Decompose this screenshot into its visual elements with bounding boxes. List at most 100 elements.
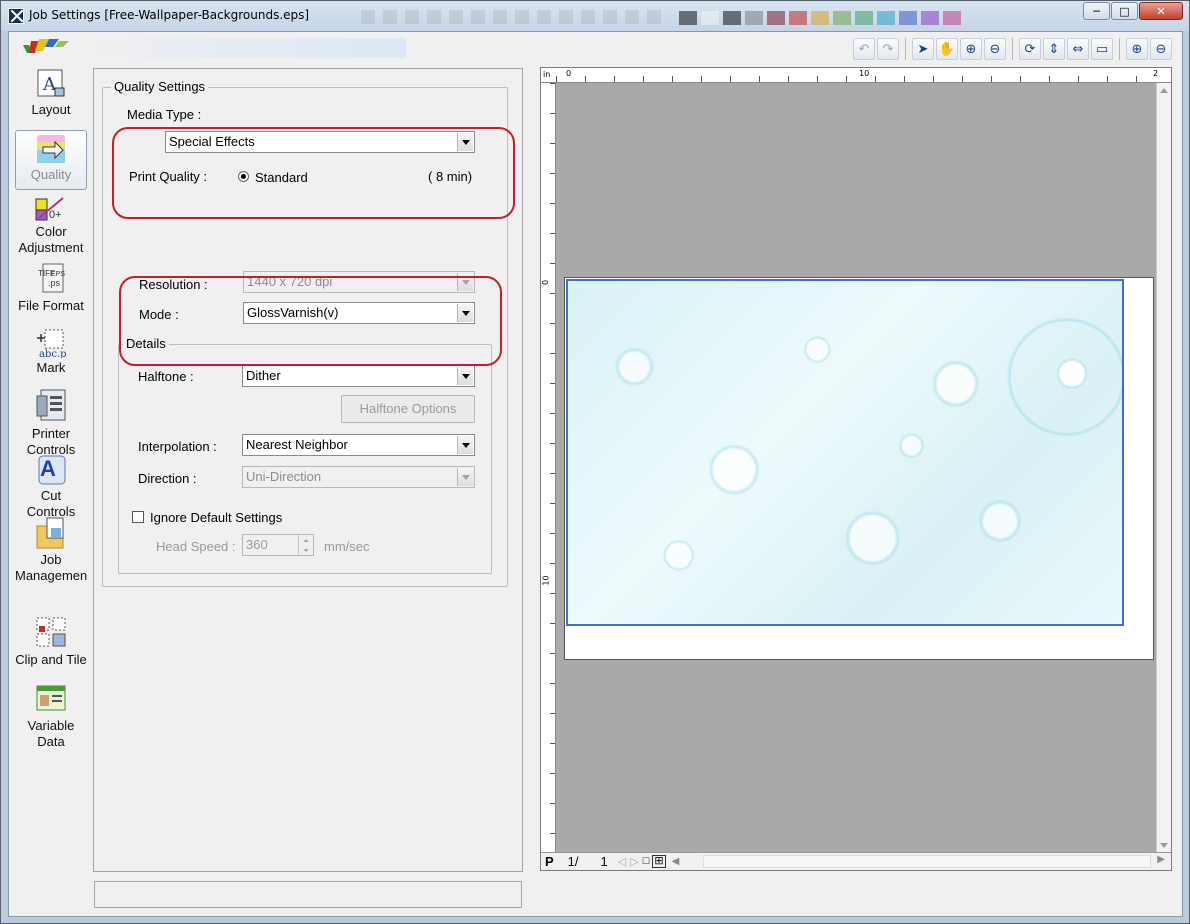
- ruler-label: 0: [541, 279, 551, 286]
- halftone-select[interactable]: Dither: [242, 365, 475, 387]
- fit-page-icon[interactable]: ▭: [1091, 38, 1113, 60]
- multi-page-icon[interactable]: ⊞: [652, 854, 666, 868]
- nav-item-job-management[interactable]: Job Managemen: [15, 516, 87, 584]
- close-button[interactable]: ✕: [1139, 2, 1183, 20]
- app-logo: [21, 37, 75, 57]
- nav-label: Clip and Tile: [15, 652, 87, 667]
- job-settings-window: Job Settings [Free-Wallpaper-Backgrounds…: [0, 0, 1190, 924]
- chevron-down-icon[interactable]: [457, 367, 473, 385]
- redo-icon[interactable]: ↷: [877, 38, 899, 60]
- nav-label: Printer: [31, 426, 71, 441]
- printer-controls-icon: [35, 388, 67, 424]
- nav-label: Managemen: [15, 568, 88, 583]
- title-bar[interactable]: Job Settings [Free-Wallpaper-Backgrounds…: [1, 1, 1189, 31]
- nav-item-mark[interactable]: abc.ps Mark: [15, 326, 87, 376]
- next-page-icon[interactable]: ▷: [630, 855, 638, 868]
- zoom-minus-icon[interactable]: ⊖: [1150, 38, 1172, 60]
- hand-icon[interactable]: ✋: [936, 38, 958, 60]
- print-preview[interactable]: in 0 10 2 0 10 P 1/ 1 ◁ ▷ □ ⊞ ◀ ▶: [540, 67, 1172, 871]
- scroll-right-icon[interactable]: ▶: [1157, 854, 1165, 865]
- nav-item-quality[interactable]: Quality: [15, 130, 87, 190]
- halftone-options-button[interactable]: Halftone Options: [341, 395, 475, 423]
- color-swatch: [723, 11, 741, 25]
- maximize-button[interactable]: □: [1111, 2, 1138, 20]
- layout-icon: A: [35, 68, 67, 100]
- prev-page-icon[interactable]: ◁: [618, 855, 626, 868]
- nav-item-file-format[interactable]: TIFF .ps EPS File Format: [15, 262, 87, 314]
- nav-item-cut-controls[interactable]: A Cut Controls: [15, 452, 87, 520]
- direction-select[interactable]: Uni-Direction: [242, 466, 475, 488]
- nav-label: Layout: [31, 102, 71, 117]
- nav-label: File Format: [18, 298, 84, 313]
- page-navigator: P 1/ 1 ◁ ▷ □ ⊞ ◀: [545, 853, 679, 869]
- preview-status-bar: P 1/ 1 ◁ ▷ □ ⊞ ◀ ▶: [541, 852, 1171, 870]
- interpolation-label: Interpolation :: [138, 439, 217, 454]
- color-swatch: [679, 11, 697, 25]
- nav-item-variable-data[interactable]: Variable Data: [15, 682, 87, 750]
- vertical-scrollbar[interactable]: [1156, 83, 1171, 853]
- zoom-plus-icon[interactable]: ⊕: [1126, 38, 1148, 60]
- details-group: Details Halftone : Dither Halftone Optio…: [118, 336, 492, 574]
- chevron-down-icon[interactable]: [457, 436, 473, 454]
- highlight-media-quality: [112, 127, 515, 219]
- svg-text:A: A: [40, 456, 56, 481]
- rotate-icon[interactable]: ⟳: [1019, 38, 1041, 60]
- toolbar-separator: [1012, 38, 1013, 60]
- minimize-button[interactable]: ─: [1083, 2, 1110, 20]
- ignore-defaults-label: Ignore Default Settings: [150, 510, 283, 525]
- nav-item-clip-and-tile[interactable]: Clip and Tile: [15, 616, 87, 668]
- logo-banner: [71, 38, 406, 58]
- fit-width-icon[interactable]: ⇕: [1043, 38, 1065, 60]
- fit-height-icon[interactable]: ⇔: [1067, 38, 1089, 60]
- title-background-decoration: [361, 10, 661, 24]
- stepper-down-icon[interactable]: [298, 545, 313, 555]
- status-bar: [94, 881, 522, 908]
- zoom-out-icon[interactable]: ⊖: [984, 38, 1006, 60]
- media-type-label: Media Type :: [127, 107, 202, 122]
- color-swatch: [899, 11, 917, 25]
- print-image[interactable]: [566, 279, 1124, 626]
- toolbar-separator: [1119, 38, 1120, 60]
- head-speed-stepper[interactable]: 360: [242, 534, 314, 556]
- halftone-label: Halftone :: [138, 369, 194, 384]
- horizontal-scrollbar[interactable]: [703, 855, 1151, 868]
- vertical-ruler: 0 10: [541, 83, 556, 853]
- color-swatch: [833, 11, 851, 25]
- pointer-icon[interactable]: ➤: [912, 38, 934, 60]
- interpolation-select[interactable]: Nearest Neighbor: [242, 434, 475, 456]
- color-swatch: [811, 11, 829, 25]
- nav-item-printer-controls[interactable]: Printer Controls: [15, 388, 87, 458]
- color-swatch: [943, 11, 961, 25]
- horizontal-ruler: in 0 10 2: [541, 68, 1171, 83]
- page-current: 1/: [567, 853, 579, 869]
- ruler-unit: in: [543, 70, 551, 79]
- stepper-up-icon[interactable]: [298, 535, 313, 545]
- undo-icon[interactable]: ↶: [853, 38, 875, 60]
- toolbar-separator: [905, 38, 906, 60]
- client-area: ↶ ↷ ➤ ✋ ⊕ ⊖ ⟳ ⇕ ⇔ ▭ ⊕ ⊖ A Layout Quality…: [8, 31, 1183, 917]
- file-format-icon: TIFF .ps EPS: [35, 262, 67, 296]
- nav-label: Data: [37, 734, 65, 749]
- chevron-down-icon[interactable]: [457, 468, 473, 486]
- nav-label: Quality: [30, 167, 72, 182]
- nav-label: Variable: [27, 718, 75, 733]
- scroll-down-icon[interactable]: [1160, 843, 1168, 848]
- scroll-up-icon[interactable]: [1160, 88, 1168, 93]
- single-page-icon[interactable]: □: [643, 855, 650, 867]
- head-speed-label: Head Speed :: [156, 539, 236, 554]
- group-title: Quality Settings: [111, 79, 209, 94]
- quality-icon: [35, 133, 67, 165]
- ruler-ticks: [550, 83, 555, 853]
- nav-label: Cut: [40, 488, 62, 503]
- nav-item-layout[interactable]: A Layout: [15, 68, 87, 118]
- color-swatch: [921, 11, 939, 25]
- nav-item-color-adjustment[interactable]: 0+ Color Adjustment: [15, 196, 87, 256]
- svg-text:0+: 0+: [49, 209, 62, 221]
- scroll-left-icon[interactable]: ◀: [672, 856, 680, 867]
- color-swatch: [855, 11, 873, 25]
- quality-settings-panel: Quality Settings Media Type : Special Ef…: [93, 68, 523, 872]
- color-swatch: [767, 11, 785, 25]
- head-speed-unit: mm/sec: [324, 539, 370, 554]
- zoom-in-icon[interactable]: ⊕: [960, 38, 982, 60]
- ignore-defaults-checkbox[interactable]: [132, 511, 144, 523]
